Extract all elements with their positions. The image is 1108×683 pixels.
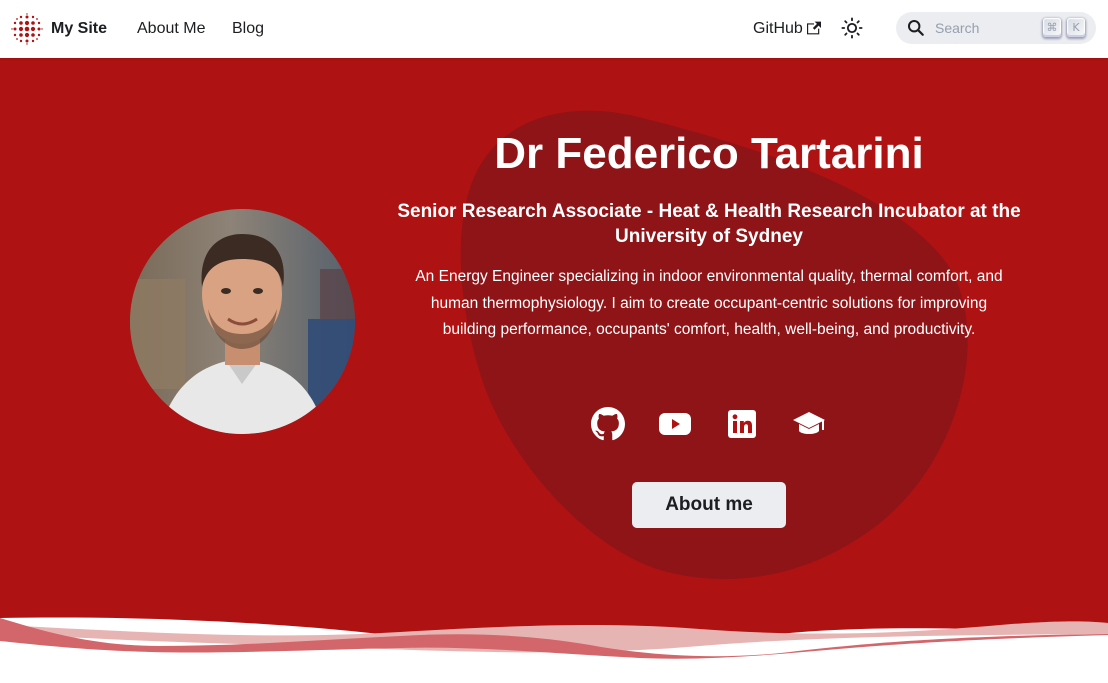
profile-photo: [130, 209, 355, 434]
hero-subtitle: Senior Research Associate - Heat & Healt…: [397, 201, 1021, 247]
linkedin-icon: [728, 410, 756, 438]
youtube-icon: [659, 413, 691, 435]
nav-link-github[interactable]: GitHub: [753, 19, 821, 39]
hero-banner: Dr Federico Tartarini Senior Research As…: [0, 58, 1108, 683]
github-link[interactable]: [590, 406, 626, 442]
youtube-link[interactable]: [657, 406, 693, 442]
external-link-icon: [806, 21, 821, 34]
top-navbar: My Site About Me Blog GitHub ⌘ K: [0, 0, 1108, 58]
linkedin-link[interactable]: [724, 406, 760, 442]
shortcut-key-command: ⌘: [1043, 18, 1061, 37]
search-button[interactable]: ⌘ K: [896, 12, 1096, 44]
github-icon: [591, 407, 625, 441]
search-icon: [907, 19, 924, 36]
nav-link-about-me[interactable]: About Me: [137, 19, 205, 39]
dotted-circle-logo-icon: [11, 13, 43, 45]
nav-link-github-label: GitHub: [753, 20, 803, 37]
social-links: [590, 406, 858, 442]
hero-description: An Energy Engineer specializing in indoo…: [415, 268, 1003, 338]
search-input[interactable]: [933, 19, 1037, 37]
brand-title: My Site: [51, 20, 108, 37]
brand-link[interactable]: My Site: [10, 12, 107, 46]
sun-icon: [841, 17, 863, 39]
graduation-cap-icon: [793, 412, 825, 434]
nav-link-blog[interactable]: Blog: [232, 19, 264, 39]
google-scholar-link[interactable]: [791, 406, 827, 442]
theme-toggle-button[interactable]: [838, 14, 866, 42]
about-me-button[interactable]: About me: [632, 482, 786, 528]
shortcut-key-k: K: [1067, 18, 1085, 37]
hero-title: Dr Federico Tartarini: [494, 129, 924, 178]
